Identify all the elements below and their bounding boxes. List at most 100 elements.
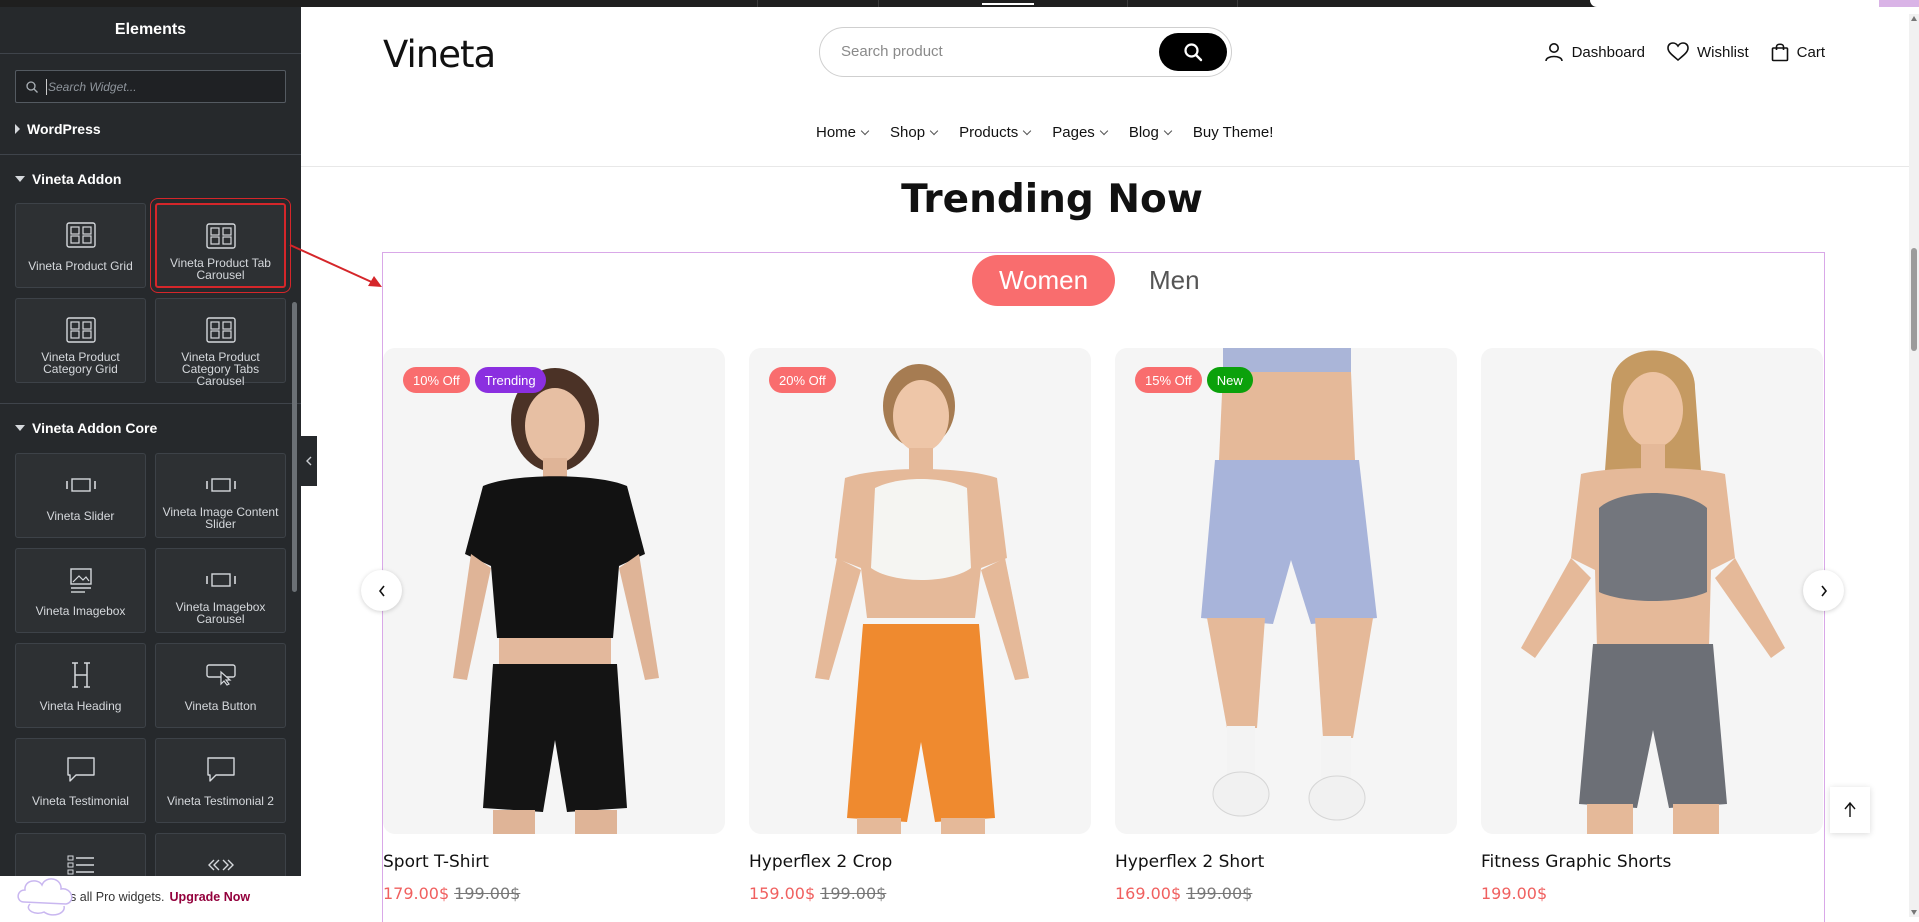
grid-widget-icon bbox=[65, 316, 96, 344]
carousel-prev-button[interactable] bbox=[361, 570, 402, 611]
widget-search-placeholder: Search Widget... bbox=[48, 80, 137, 94]
chevron-down-icon bbox=[1099, 126, 1109, 136]
product-name[interactable]: Sport T-Shirt bbox=[383, 852, 725, 872]
widget-vineta-button[interactable]: Vineta Button bbox=[155, 643, 286, 728]
product-image[interactable] bbox=[1481, 348, 1823, 834]
nav-item-buy-theme[interactable]: Buy Theme! bbox=[1193, 124, 1274, 141]
cart-label: Cart bbox=[1796, 43, 1825, 61]
nav-label: Blog bbox=[1128, 124, 1159, 141]
product-card[interactable]: 20% Off Hyperflex 2 Crop 159.00$ 199.00$ bbox=[749, 348, 1091, 903]
search-icon bbox=[1184, 43, 1203, 62]
scrollbar-thumb[interactable] bbox=[1911, 248, 1917, 351]
main-navigation: Home Shop Products Pages Blog Buy Theme! bbox=[301, 97, 1919, 167]
product-search-placeholder: Search product bbox=[841, 43, 943, 60]
scroll-down-arrow-icon[interactable] bbox=[1911, 910, 1917, 915]
widget-vineta-heading[interactable]: Vineta Heading bbox=[15, 643, 146, 728]
product-name[interactable]: Fitness Graphic Shorts bbox=[1481, 852, 1823, 872]
product-card[interactable]: Fitness Graphic Shorts 199.00$ bbox=[1481, 348, 1823, 903]
product-image[interactable]: 10% Off Trending bbox=[383, 348, 725, 834]
product-search-input[interactable]: Search product bbox=[819, 27, 1232, 77]
search-button[interactable] bbox=[1159, 33, 1227, 71]
widget-vineta-testimonial-2[interactable]: Vineta Testimonial 2 bbox=[155, 738, 286, 823]
button-icon bbox=[205, 661, 236, 689]
chevron-down-icon bbox=[1023, 126, 1032, 136]
nav-item-shop[interactable]: Shop bbox=[890, 124, 939, 141]
chevron-right-icon bbox=[1820, 585, 1827, 596]
product-price: 159.00$ 199.00$ bbox=[749, 884, 1091, 903]
scroll-up-arrow-icon[interactable] bbox=[1911, 16, 1917, 21]
widget-vineta-product-category-tabs-carousel[interactable]: Vineta Product Category Tabs Carousel bbox=[155, 298, 286, 387]
product-name[interactable]: Hyperflex 2 Short bbox=[1115, 852, 1457, 872]
model-photo bbox=[815, 364, 1029, 834]
nav-item-blog[interactable]: Blog bbox=[1128, 124, 1173, 141]
divider bbox=[1237, 0, 1238, 7]
widget-vineta-slider[interactable]: Vineta Slider bbox=[15, 453, 146, 538]
slider-icon bbox=[65, 471, 96, 499]
product-tabs: Women Men bbox=[972, 255, 1200, 306]
widget-vineta-product-category-grid[interactable]: Vineta Product Category Grid bbox=[15, 298, 146, 383]
page-scrollbar[interactable] bbox=[1909, 14, 1919, 917]
arrow-up-icon bbox=[1844, 801, 1856, 817]
widget-vineta-image-content-slider[interactable]: Vineta Image Content Slider bbox=[155, 453, 286, 538]
active-tab-indicator bbox=[982, 3, 1034, 5]
dashboard-link[interactable]: Dashboard bbox=[1544, 42, 1645, 62]
trending-badge: Trending bbox=[474, 367, 546, 393]
tab-women[interactable]: Women bbox=[972, 255, 1115, 306]
divider bbox=[878, 0, 879, 7]
tab-men[interactable]: Men bbox=[1149, 265, 1200, 296]
widget-vineta-imagebox-carousel[interactable]: Vineta Imagebox Carousel bbox=[155, 548, 286, 633]
original-price: 199.00$ bbox=[454, 884, 521, 903]
cart-link[interactable]: Cart bbox=[1771, 42, 1825, 62]
slider-icon bbox=[205, 566, 236, 594]
product-image[interactable]: 15% Off New bbox=[1115, 348, 1457, 834]
nav-item-home[interactable]: Home bbox=[816, 124, 870, 141]
widget-label: Vineta Product Category Tabs Carousel bbox=[181, 350, 260, 388]
caret-down-icon bbox=[15, 425, 25, 431]
panel-scrollbar[interactable] bbox=[292, 302, 297, 592]
widget-search-input[interactable]: Search Widget... bbox=[15, 70, 286, 103]
widget-label: Vineta Testimonial 2 bbox=[167, 794, 274, 808]
widget-label: Vineta Slider bbox=[46, 509, 115, 523]
heart-icon bbox=[1667, 42, 1689, 62]
category-label: Vineta Addon bbox=[32, 171, 122, 187]
wishlist-link[interactable]: Wishlist bbox=[1667, 42, 1749, 62]
sale-price: 159.00$ bbox=[749, 884, 816, 903]
user-icon bbox=[1544, 43, 1563, 62]
heading-icon bbox=[66, 661, 96, 689]
widget-vineta-product-tab-carousel[interactable]: Vineta Product Tab Carousel bbox=[150, 198, 291, 293]
divider bbox=[0, 403, 301, 404]
wishlist-label: Wishlist bbox=[1696, 43, 1749, 61]
widget-vineta-product-grid[interactable]: Vineta Product Grid bbox=[15, 203, 146, 288]
category-vineta-addon-core[interactable]: Vineta Addon Core bbox=[15, 420, 157, 436]
original-price: 199.00$ bbox=[1186, 884, 1253, 903]
widget-label: Vineta Heading bbox=[39, 699, 122, 713]
chevron-left-icon bbox=[306, 456, 312, 466]
upgrade-now-link[interactable]: Upgrade Now bbox=[170, 890, 251, 904]
product-card[interactable]: 15% Off New Hyperflex 2 Short 169.00$ 199… bbox=[1115, 348, 1457, 903]
carousel-icon bbox=[206, 851, 236, 879]
sale-price: 199.00$ bbox=[1481, 884, 1548, 903]
divider bbox=[0, 154, 301, 155]
site-logo[interactable]: Vineta bbox=[383, 33, 496, 76]
divider bbox=[757, 0, 758, 7]
category-vineta-addon[interactable]: Vineta Addon bbox=[15, 171, 121, 187]
widget-vineta-imagebox[interactable]: Vineta Imagebox bbox=[15, 548, 146, 633]
widget-label: Vineta Testimonial bbox=[32, 794, 129, 808]
collapse-panel-button[interactable] bbox=[301, 436, 317, 486]
product-card[interactable]: 10% Off Trending Sport T-Shirt 179.00$ 19… bbox=[383, 348, 725, 903]
nav-label: Shop bbox=[890, 124, 926, 141]
nav-label: Home bbox=[816, 124, 857, 141]
product-image[interactable]: 20% Off bbox=[749, 348, 1091, 834]
nav-item-products[interactable]: Products bbox=[959, 124, 1032, 141]
new-badge: New bbox=[1206, 367, 1253, 393]
elements-panel: Elements Search Widget... WordPress Vine… bbox=[0, 7, 301, 917]
discount-badge: 10% Off bbox=[403, 367, 470, 393]
nav-item-pages[interactable]: Pages bbox=[1052, 124, 1109, 141]
product-name[interactable]: Hyperflex 2 Crop bbox=[749, 852, 1091, 872]
category-wordpress[interactable]: WordPress bbox=[15, 121, 101, 137]
widget-vineta-testimonial[interactable]: Vineta Testimonial bbox=[15, 738, 146, 823]
site-preview: Vineta Search product Dashboard Wishlist… bbox=[301, 7, 1919, 922]
carousel-next-button[interactable] bbox=[1803, 570, 1844, 611]
scroll-to-top-button[interactable] bbox=[1830, 787, 1870, 833]
sale-price: 169.00$ bbox=[1115, 884, 1182, 903]
